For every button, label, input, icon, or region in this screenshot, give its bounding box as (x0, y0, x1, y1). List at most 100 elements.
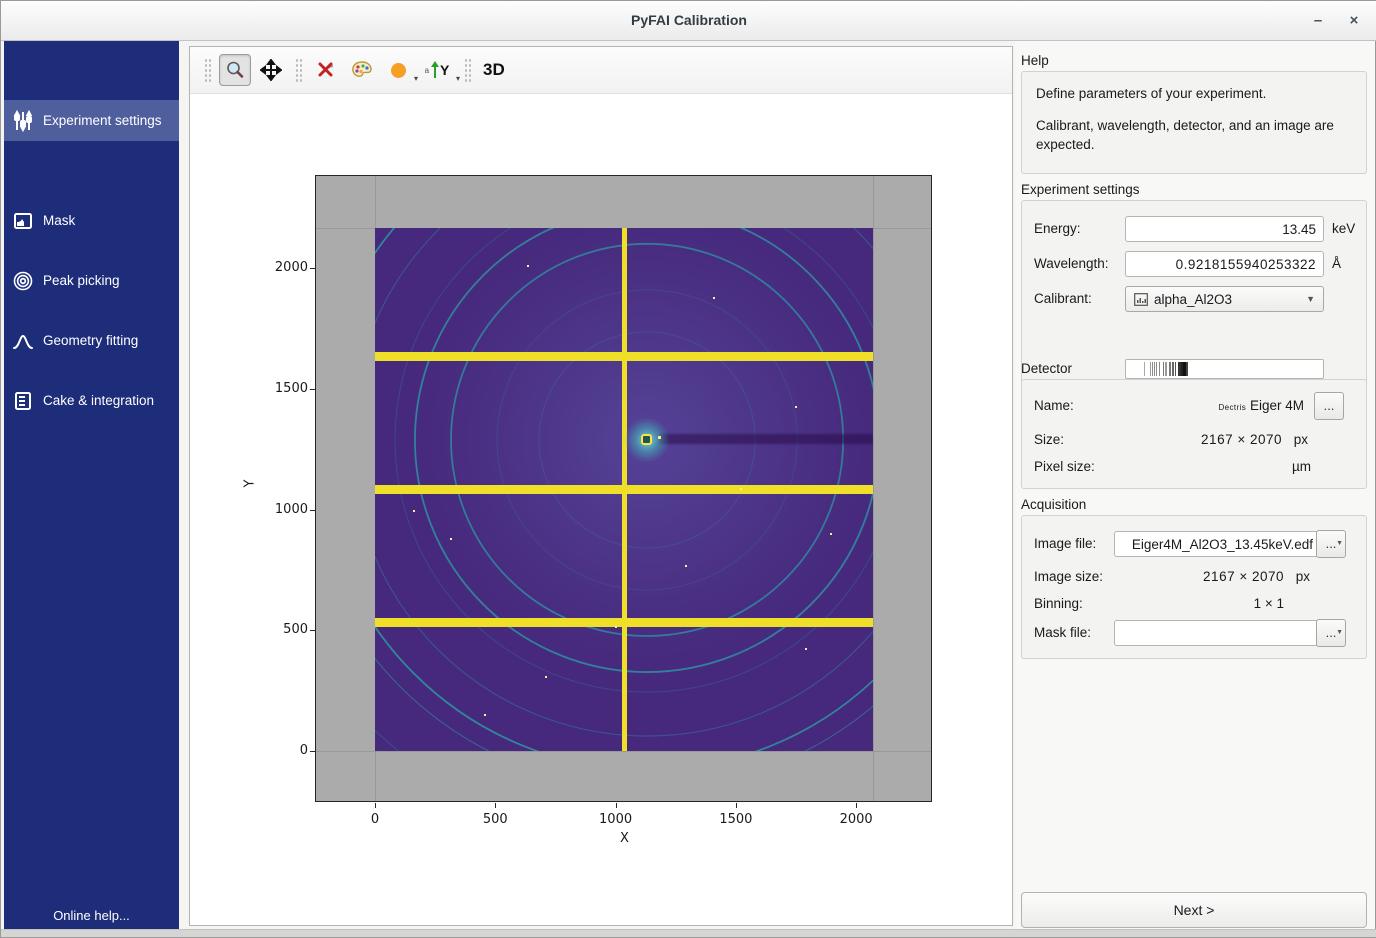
x-tick (616, 803, 617, 808)
y-tick-label: 2000 (258, 260, 308, 275)
calibrant-rings-preview (1125, 359, 1324, 379)
magnifier-icon (225, 60, 245, 80)
marker-color-button[interactable]: ▾ (382, 54, 414, 86)
palette-icon (350, 59, 374, 81)
calibrant-ring-line (1150, 362, 1151, 376)
y-tick-label: 1500 (258, 381, 308, 396)
image-bound-line (873, 176, 874, 801)
image-file-browse-button[interactable]: ... ▼ (1316, 530, 1346, 558)
sidebar-item-label: Peak picking (43, 273, 120, 288)
next-button[interactable]: Next > (1021, 892, 1367, 928)
calibrant-value: alpha_Al2O3 (1154, 292, 1232, 307)
hot-pixel (450, 538, 452, 540)
calibrant-label: Calibrant: (1034, 291, 1092, 306)
image-file-input[interactable]: Eiger4M_Al2O3_13.45keV.edf (1114, 531, 1320, 557)
red-cross-icon (315, 59, 337, 81)
detector-name-label: Name: (1034, 398, 1074, 413)
y-tick (310, 268, 315, 269)
pan-tool-button[interactable] (255, 54, 287, 86)
image-size-value: 2167 × 2070 (1084, 569, 1284, 584)
plot-toolbar: ▾ a Y ▾ 3D (190, 47, 1012, 94)
sidebar-item-label: Mask (43, 213, 75, 228)
x-tick-label: 500 (465, 812, 525, 827)
y-tick (310, 751, 315, 752)
y-axis-label: Y (242, 480, 257, 488)
close-button[interactable]: × (1341, 9, 1367, 33)
hot-pixel (805, 648, 807, 650)
mask-file-browse-button[interactable]: ... ▼ (1316, 619, 1346, 647)
toolbar-grip[interactable] (204, 57, 211, 83)
x-tick-label: 0 (345, 812, 405, 827)
toolbar-grip[interactable] (295, 57, 302, 83)
colormap-button[interactable] (346, 54, 378, 86)
3d-view-button[interactable]: 3D (483, 60, 505, 80)
binning-value: 1 × 1 (1164, 596, 1284, 611)
calibrant-ring-line (1169, 362, 1171, 376)
concentric-rings-icon (12, 270, 34, 292)
calibrant-ring-line (1156, 362, 1157, 376)
sidebar-item-geometry-fitting[interactable]: Geometry fitting (4, 320, 179, 361)
zoom-tool-button[interactable] (219, 54, 251, 86)
mask-file-input[interactable] (1114, 620, 1320, 646)
online-help-link[interactable]: Online help... (4, 908, 179, 923)
binning-label: Binning: (1034, 596, 1083, 611)
histogram-icon (1134, 293, 1148, 306)
detector-section-title: Detector (1021, 361, 1072, 376)
minimize-button[interactable]: – (1305, 9, 1331, 33)
sidebar-item-mask[interactable]: Mask (4, 200, 179, 241)
help-paragraph: Define parameters of your experiment. (1036, 84, 1352, 104)
x-tick-label: 1000 (586, 812, 646, 827)
sliders-icon (12, 110, 34, 132)
axes-orientation-button[interactable]: a Y ▾ (418, 54, 456, 86)
plot-axes[interactable]: 0 500 1000 1500 2000 0 500 1000 1500 200… (315, 175, 932, 802)
hot-pixel (685, 565, 687, 567)
help-section-title: Help (1021, 53, 1049, 68)
calibrant-ring-line (1152, 362, 1153, 376)
settings-panel: Help Define parameters of your experimen… (1015, 41, 1375, 931)
detector-browse-button[interactable]: ... (1314, 392, 1344, 420)
clear-crosshair-button[interactable] (310, 54, 342, 86)
y-tick-label: 1000 (258, 502, 308, 517)
image-file-value: Eiger4M_Al2O3_13.45keV.edf (1132, 537, 1313, 552)
calibrant-ring-line (1154, 362, 1155, 376)
window-bottom-edge (1, 929, 1376, 937)
image-bound-line (316, 751, 931, 752)
sidebar-item-experiment-settings[interactable]: Experiment settings (4, 100, 179, 141)
y-tick (310, 630, 315, 631)
ellipsis-label: ... (1324, 398, 1335, 413)
diffraction-image[interactable] (375, 228, 873, 751)
pan-arrows-icon (260, 59, 282, 81)
detector-group: Name: Dectris Eiger 4M ... Size: 2167 × … (1021, 379, 1367, 489)
x-tick-label: 1500 (706, 812, 766, 827)
sidebar-item-label: Cake & integration (43, 393, 154, 408)
calibrant-ring-line (1163, 362, 1164, 376)
calibrant-select[interactable]: alpha_Al2O3 ▼ (1125, 286, 1324, 312)
y-tick-label: 0 (258, 743, 308, 758)
hot-pixel (615, 626, 617, 628)
beam-center-marker (641, 434, 652, 445)
ellipsis-label: ... (1326, 625, 1337, 640)
energy-input[interactable] (1125, 216, 1324, 242)
sidebar-item-peak-picking[interactable]: Peak picking (4, 260, 179, 301)
detector-size-value: 2167 × 2070 (1082, 432, 1282, 447)
hot-pixel (713, 297, 715, 299)
wavelength-unit: Å (1332, 256, 1341, 271)
sidebar: Experiment settings Mask Peak picking Ge… (4, 41, 179, 931)
help-paragraph: Calibrant, wavelength, detector, and an … (1036, 116, 1352, 155)
calibrant-ring-line (1186, 362, 1188, 376)
chevron-down-icon: ▼ (1306, 294, 1315, 304)
green-up-arrow-icon (430, 61, 440, 79)
cake-integration-icon (12, 390, 34, 412)
toolbar-grip[interactable] (464, 57, 471, 83)
experiment-group: Energy: keV Wavelength: Å Calibrant: alp… (1021, 200, 1367, 393)
energy-label: Energy: (1034, 221, 1081, 236)
calibrant-ring-line (1172, 362, 1174, 376)
sidebar-item-cake-integration[interactable]: Cake & integration (4, 380, 179, 421)
hot-pixel (740, 488, 742, 490)
hot-pixel (527, 265, 529, 267)
hot-pixel (830, 533, 832, 535)
y-tick (310, 389, 315, 390)
detector-size-unit: px (1294, 432, 1308, 447)
image-size-unit: px (1296, 569, 1310, 584)
wavelength-input[interactable] (1125, 251, 1324, 277)
